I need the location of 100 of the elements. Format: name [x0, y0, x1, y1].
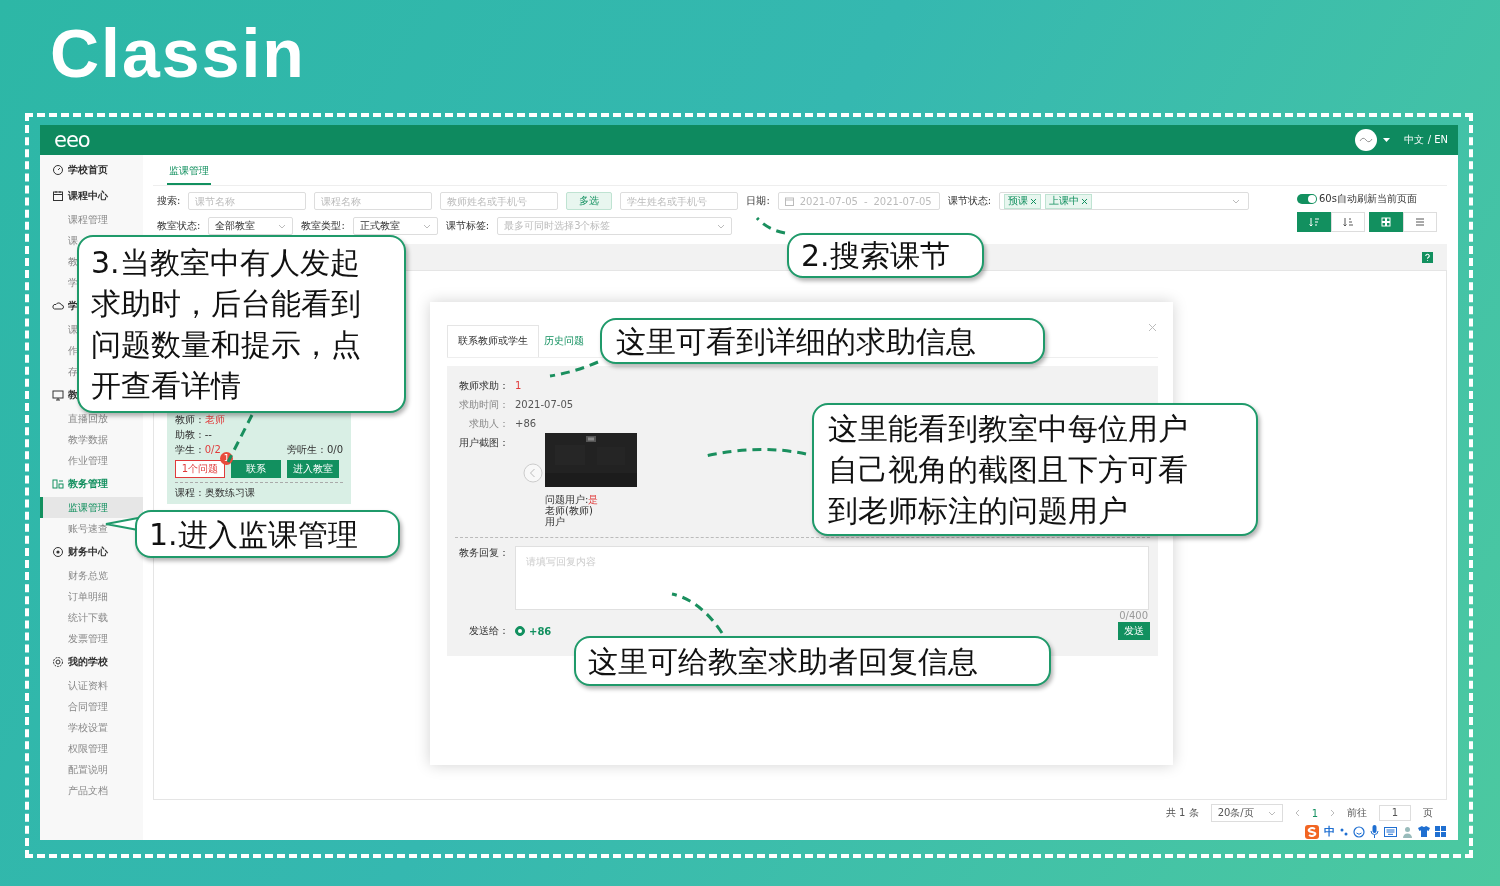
close-icon[interactable]	[1081, 197, 1089, 205]
chevron-down-icon	[717, 223, 726, 229]
smiley-icon[interactable]	[1353, 825, 1365, 838]
sidebar-item[interactable]: 统计下载	[68, 610, 108, 625]
tab[interactable]: 监课管理	[167, 164, 211, 185]
gear-icon	[52, 656, 64, 668]
action-button[interactable]: 进入教室	[287, 460, 339, 478]
help-icon[interactable]	[1422, 251, 1433, 263]
microphone-icon[interactable]	[1370, 825, 1379, 838]
sidebar-group[interactable]: 课程中心	[68, 189, 108, 203]
multi-select-button[interactable]: 多选	[566, 192, 613, 210]
punctuation-icon[interactable]	[1340, 826, 1348, 837]
page-input[interactable]: 1	[1379, 805, 1411, 821]
leader-line	[755, 216, 786, 235]
sidebar-group[interactable]: 教务管理	[68, 477, 108, 491]
avatar-icon[interactable]	[1355, 129, 1378, 151]
goto-label: 前往	[1347, 806, 1367, 820]
sidebar-item[interactable]: 认证资料	[68, 678, 108, 693]
sidebar-item[interactable]: 订单明细	[68, 589, 108, 604]
view-button[interactable]	[1369, 212, 1403, 232]
field-value: 1	[515, 380, 522, 391]
sidebar-item[interactable]: 课	[68, 233, 78, 248]
action-button[interactable]: 联系	[231, 460, 281, 478]
app-logo: eeo	[54, 128, 90, 152]
sidebar-item[interactable]: 学校设置	[68, 720, 108, 735]
logo-icon[interactable]	[1305, 824, 1319, 839]
keyboard-icon[interactable]	[1384, 826, 1397, 837]
filter-label: 教室状态:	[157, 219, 201, 233]
close-icon[interactable]	[1148, 323, 1157, 332]
grid-icon[interactable]	[1435, 826, 1446, 837]
issue-button[interactable]: 1个问题	[175, 460, 225, 478]
field-label: 教师求助：	[458, 378, 509, 393]
sidebar-item[interactable]: 存	[68, 364, 78, 379]
assistant-text: 助教 : --	[175, 427, 212, 442]
cloud-icon	[52, 300, 64, 312]
status-tag: 上课中	[1045, 193, 1093, 209]
next-icon[interactable]	[1330, 809, 1335, 817]
search-field[interactable]: 课程名称	[314, 192, 433, 210]
sidebar-item[interactable]: 配置说明	[68, 762, 108, 777]
callout: 这里能看到教室中每位用户自己视角的截图且下方可看到老师标注的问题用户	[812, 403, 1258, 536]
sidebar-item[interactable]: 教学数据	[68, 432, 108, 447]
field-label: 用户截图：	[458, 436, 509, 450]
sidebar-item[interactable]: 作业管理	[68, 453, 108, 468]
toggle-label: 60s自动刷新当前页面	[1319, 192, 1417, 206]
list-icon	[1414, 216, 1426, 228]
input-mode[interactable]: 中	[1324, 824, 1335, 839]
view-button[interactable]	[1297, 212, 1331, 232]
teacher-text: 教师 : 老师	[175, 412, 225, 427]
page-number[interactable]: 1	[1311, 807, 1318, 819]
sidebar-item[interactable]: 学	[68, 275, 78, 290]
field-label: 发送给：	[468, 624, 509, 638]
user-icon[interactable]	[1402, 825, 1413, 838]
toggle-switch[interactable]	[1297, 194, 1317, 204]
chevron-down-icon	[278, 223, 287, 229]
callout: 1.进入监课管理	[135, 510, 400, 558]
filter-label: 日期:	[746, 194, 770, 208]
send-button[interactable]: 发送	[1118, 622, 1150, 640]
dialog-tab[interactable]: 联系教师或学生	[447, 325, 539, 357]
search-field[interactable]: 课节名称	[188, 192, 307, 210]
callout: 这里可看到详细的求助信息	[600, 318, 1045, 364]
dropdown-field[interactable]: 全部教室	[208, 217, 294, 235]
close-icon[interactable]	[1030, 197, 1038, 205]
brand-logo: Classin	[50, 15, 306, 91]
sidebar-item[interactable]: 课	[68, 322, 78, 337]
sidebar-item[interactable]: 合同管理	[68, 699, 108, 714]
sidebar-item[interactable]: 发票管理	[68, 631, 108, 646]
sidebar-group[interactable]: 财务中心	[68, 545, 108, 559]
caption-text: 用户	[545, 516, 565, 527]
sidebar-item[interactable]: 直播回放	[68, 411, 108, 426]
previous-icon[interactable]	[1294, 809, 1300, 817]
sidebar-item[interactable]: 作	[68, 343, 78, 358]
sidebar-item[interactable]: 产品文档	[68, 783, 108, 798]
char-counter: 0/400	[1119, 610, 1148, 621]
page-size-select[interactable]: 20条/页	[1210, 804, 1283, 822]
dropdown-field[interactable]: 正式教室	[352, 217, 438, 235]
dialog-tab[interactable]: 历史问题	[539, 325, 589, 357]
sidebar-group[interactable]: 学校首页	[68, 163, 108, 177]
search-field[interactable]: 学生姓名或手机号	[620, 192, 739, 210]
status-select[interactable]: 预课 上课中	[999, 192, 1250, 210]
chevron-down-icon	[1232, 198, 1241, 204]
filter-label: 搜索:	[157, 194, 181, 208]
caret-icon[interactable]	[1383, 138, 1391, 142]
auditors-text: 旁听生 : 0/0	[287, 442, 343, 457]
sidebar-item[interactable]: 教	[68, 254, 78, 269]
panels-icon	[52, 478, 64, 490]
gauge-icon	[52, 164, 64, 176]
language-label[interactable]: 中文 / EN	[1404, 133, 1448, 147]
sidebar-group[interactable]: 我的学校	[68, 655, 108, 669]
date-range-field[interactable]: 2021-07-05 - 2021-07-05	[777, 192, 940, 210]
search-field[interactable]: 教师姓名或手机号	[440, 192, 559, 210]
leader-line	[226, 414, 254, 463]
leader-line	[549, 360, 599, 378]
callout: 2.搜索课节	[787, 233, 984, 278]
sidebar-item[interactable]: 权限管理	[68, 741, 108, 756]
shirt-icon[interactable]	[1418, 826, 1430, 837]
radio-button[interactable]	[515, 626, 525, 636]
page-unit: 页	[1423, 806, 1433, 820]
sidebar-item[interactable]: 账号速查	[68, 521, 108, 536]
sidebar-item[interactable]: 课程管理	[68, 212, 108, 227]
sidebar-item[interactable]: 财务总览	[68, 568, 108, 583]
